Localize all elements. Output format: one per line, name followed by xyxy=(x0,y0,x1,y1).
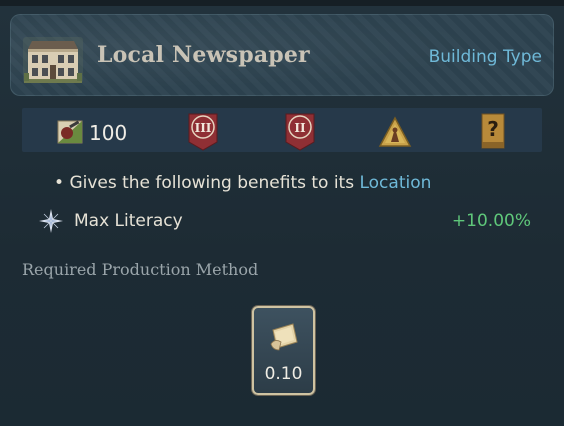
building-type-link[interactable]: Building Type xyxy=(429,47,542,67)
building-icon xyxy=(23,37,83,83)
question-mark-icon[interactable]: ? xyxy=(476,112,510,152)
bullet: • xyxy=(54,173,65,193)
building-tooltip: Local Newspaper Building Type 100 III II… xyxy=(0,0,564,426)
benefits-prefix: Gives the following benefits to its xyxy=(69,173,360,193)
production-method-card[interactable]: 0.10 xyxy=(252,306,315,395)
building-title: Local Newspaper xyxy=(97,42,310,68)
tier-ii-badge-text: II xyxy=(294,121,306,135)
max-literacy-label: Max Literacy xyxy=(74,211,183,231)
location-link[interactable]: Location xyxy=(359,173,431,193)
question-mark-text: ? xyxy=(487,117,499,141)
required-production-method-title: Required Production Method xyxy=(22,260,259,279)
paper-icon xyxy=(270,323,298,351)
tier-ii-badge-icon[interactable]: II xyxy=(283,112,317,152)
tier-iii-badge-icon[interactable]: III xyxy=(186,112,220,152)
construction-cost-icon xyxy=(57,120,83,144)
tier-iii-badge-text: III xyxy=(195,121,212,135)
construction-cost-value: 100 xyxy=(89,121,128,145)
literacy-star-icon xyxy=(39,209,63,233)
production-method-value: 0.10 xyxy=(264,364,303,384)
top-strip xyxy=(0,0,564,6)
max-literacy-value: +10.00% xyxy=(451,211,531,231)
benefits-description: • Gives the following benefits to its Lo… xyxy=(54,173,431,193)
warning-triangle-icon[interactable] xyxy=(378,112,412,152)
